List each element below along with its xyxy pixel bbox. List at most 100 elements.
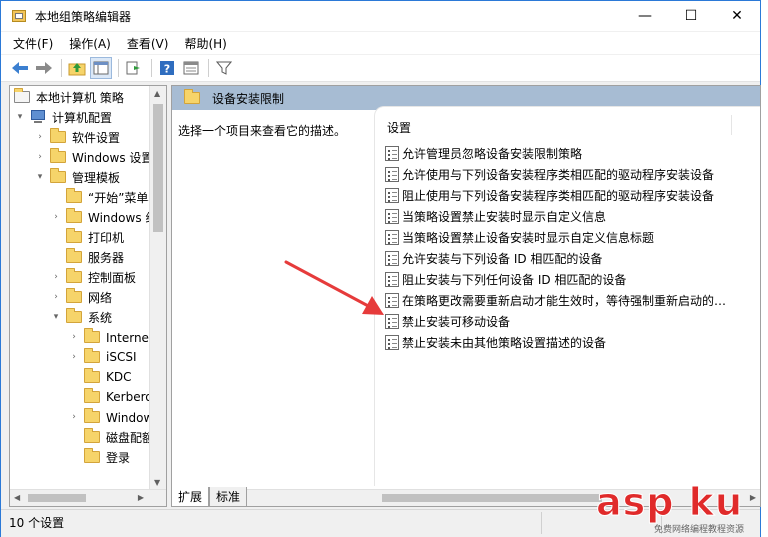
column-header-setting[interactable]: 设置 — [387, 119, 411, 136]
scroll-right-icon[interactable]: ▶ — [138, 493, 144, 502]
filter-icon — [216, 61, 232, 75]
folder-icon — [84, 448, 100, 463]
forward-button[interactable] — [33, 57, 55, 79]
export-list-button[interactable] — [123, 57, 145, 79]
tree-item-label: 打印机 — [88, 230, 125, 245]
tree-item-system[interactable]: ▾ 系统 — [50, 307, 112, 327]
policy-row[interactable]: 允许安装与下列设备 ID 相匹配的设备 — [385, 248, 602, 269]
policy-setting-icon — [385, 209, 399, 224]
menu-view[interactable]: 查看(V) — [127, 35, 169, 52]
folder-icon — [84, 348, 100, 363]
scroll-down-icon[interactable]: ▼ — [154, 478, 160, 487]
computer-icon — [30, 110, 46, 124]
policy-row[interactable]: 阻止安装与下列任何设备 ID 相匹配的设备 — [385, 269, 626, 290]
tree-item-label: KDC — [106, 370, 132, 384]
tree-item-windows-settings[interactable]: › Windows 设置 — [34, 147, 153, 167]
policy-label: 阻止安装与下列任何设备 ID 相匹配的设备 — [402, 273, 627, 287]
chevron-down-icon[interactable]: ▾ — [34, 172, 46, 182]
policy-row[interactable]: 当策略设置禁止设备安装时显示自定义信息标题 — [385, 227, 654, 248]
tree-item-computer-config[interactable]: ▾ 计算机配置 — [14, 107, 112, 127]
tree-item-kerberos[interactable]: Kerberos — [84, 387, 159, 407]
scroll-thumb[interactable] — [153, 104, 163, 232]
chevron-right-icon[interactable]: › — [50, 272, 62, 282]
maximize-button[interactable]: ☐ — [668, 1, 714, 31]
chevron-right-icon[interactable]: › — [34, 132, 46, 142]
policy-row[interactable]: 阻止使用与下列设备安装程序类相匹配的驱动程序安装设备 — [385, 185, 714, 206]
tree-item-disk-quota[interactable]: 磁盘配额 — [84, 427, 154, 447]
policy-doc-icon — [14, 88, 30, 103]
folder-icon — [84, 408, 100, 423]
policy-row[interactable]: 禁止安装未由其他策略设置描述的设备 — [385, 332, 606, 353]
policy-row[interactable]: 允许管理员忽略设备安装限制策略 — [385, 143, 582, 164]
column-separator[interactable] — [731, 115, 732, 135]
policy-label: 禁止安装未由其他策略设置描述的设备 — [402, 336, 607, 350]
chevron-right-icon[interactable]: › — [68, 412, 80, 422]
folder-icon — [84, 428, 100, 443]
tree-root-label: 本地计算机 策略 — [36, 90, 124, 105]
folder-icon — [50, 148, 66, 163]
menu-file[interactable]: 文件(F) — [13, 35, 53, 52]
tree-vertical-scrollbar[interactable]: ▲ ▼ — [149, 86, 166, 490]
chevron-right-icon[interactable]: › — [50, 292, 62, 302]
show-hide-tree-button[interactable] — [90, 57, 112, 79]
settings-list: 设置 允许管理员忽略设备安装限制策略 允许使用与下列设备安装程序类相匹配的驱动程… — [374, 106, 760, 486]
policy-row[interactable]: 当策略设置禁止安装时显示自定义信息 — [385, 206, 606, 227]
chevron-right-icon[interactable]: › — [50, 212, 62, 222]
tab-extended[interactable]: 扩展 — [171, 487, 210, 507]
policy-row[interactable]: 禁止安装可移动设备 — [385, 311, 510, 332]
svg-text:?: ? — [164, 63, 170, 76]
menu-help[interactable]: 帮助(H) — [184, 35, 226, 52]
menu-action[interactable]: 操作(A) — [69, 35, 111, 52]
minimize-button[interactable]: — — [622, 1, 668, 31]
properties-button[interactable] — [180, 57, 202, 79]
tree-root[interactable]: 本地计算机 策略 — [14, 87, 124, 107]
folder-open-icon — [184, 89, 200, 104]
toolbar: ? — [1, 55, 760, 82]
scroll-left-icon[interactable]: ◀ — [14, 493, 20, 502]
tree-item-control-panel[interactable]: › 控制面板 — [50, 267, 136, 287]
policy-row[interactable]: 在策略更改需要重新启动才能生效时，等待强制重新启动的… — [385, 290, 726, 311]
chevron-right-icon[interactable]: › — [68, 352, 80, 362]
filter-button[interactable] — [213, 57, 235, 79]
policy-setting-icon — [385, 167, 399, 182]
policy-setting-icon — [385, 146, 399, 161]
up-level-button[interactable] — [66, 57, 88, 79]
policy-label: 禁止安装可移动设备 — [402, 315, 511, 329]
chevron-right-icon[interactable]: › — [34, 152, 46, 162]
tree-item-admin-templates[interactable]: ▾ 管理模板 — [34, 167, 120, 187]
tree-item-software-settings[interactable]: › 软件设置 — [34, 127, 120, 147]
chevron-down-icon[interactable]: ▾ — [14, 112, 26, 122]
tree-item-server[interactable]: 服务器 — [66, 247, 124, 267]
folder-icon — [66, 188, 82, 203]
details-header-title: 设备安装限制 — [212, 91, 285, 106]
console-tree-icon — [93, 61, 109, 75]
tree-item-kdc[interactable]: KDC — [84, 367, 132, 387]
tree-item-printers[interactable]: 打印机 — [66, 227, 124, 247]
toolbar-separator — [151, 59, 152, 77]
tree-horizontal-scrollbar[interactable]: ◀ ▶ — [10, 489, 166, 506]
scroll-thumb[interactable] — [382, 494, 602, 502]
policy-label: 在策略更改需要重新启动才能生效时，等待强制重新启动的… — [402, 294, 727, 308]
folder-up-icon — [68, 63, 86, 76]
close-button[interactable]: ✕ — [714, 1, 760, 31]
chevron-down-icon[interactable]: ▾ — [50, 312, 62, 322]
gpedit-app-icon — [11, 8, 27, 24]
back-button[interactable] — [9, 57, 31, 79]
tree-item-label: iSCSI — [106, 350, 137, 364]
scroll-thumb[interactable] — [28, 494, 86, 502]
help-button[interactable]: ? — [156, 57, 178, 79]
tab-standard[interactable]: 标准 — [209, 487, 248, 507]
tree-item-iscsi[interactable]: › iSCSI — [68, 347, 137, 367]
folder-icon — [66, 248, 82, 263]
tree-item-network[interactable]: › 网络 — [50, 287, 112, 307]
chevron-right-icon[interactable]: › — [68, 332, 80, 342]
folder-icon — [50, 128, 66, 143]
scroll-up-icon[interactable]: ▲ — [154, 89, 160, 98]
tree-item-logon[interactable]: 登录 — [84, 447, 130, 467]
policy-row[interactable]: 允许使用与下列设备安装程序类相匹配的驱动程序安装设备 — [385, 164, 714, 185]
tree-item-label: Windows 设置 — [72, 150, 154, 165]
help-icon: ? — [160, 61, 174, 76]
status-separator — [541, 512, 542, 534]
tree-item-label: 登录 — [106, 450, 131, 465]
status-setting-count: 10 个设置 — [9, 516, 65, 530]
